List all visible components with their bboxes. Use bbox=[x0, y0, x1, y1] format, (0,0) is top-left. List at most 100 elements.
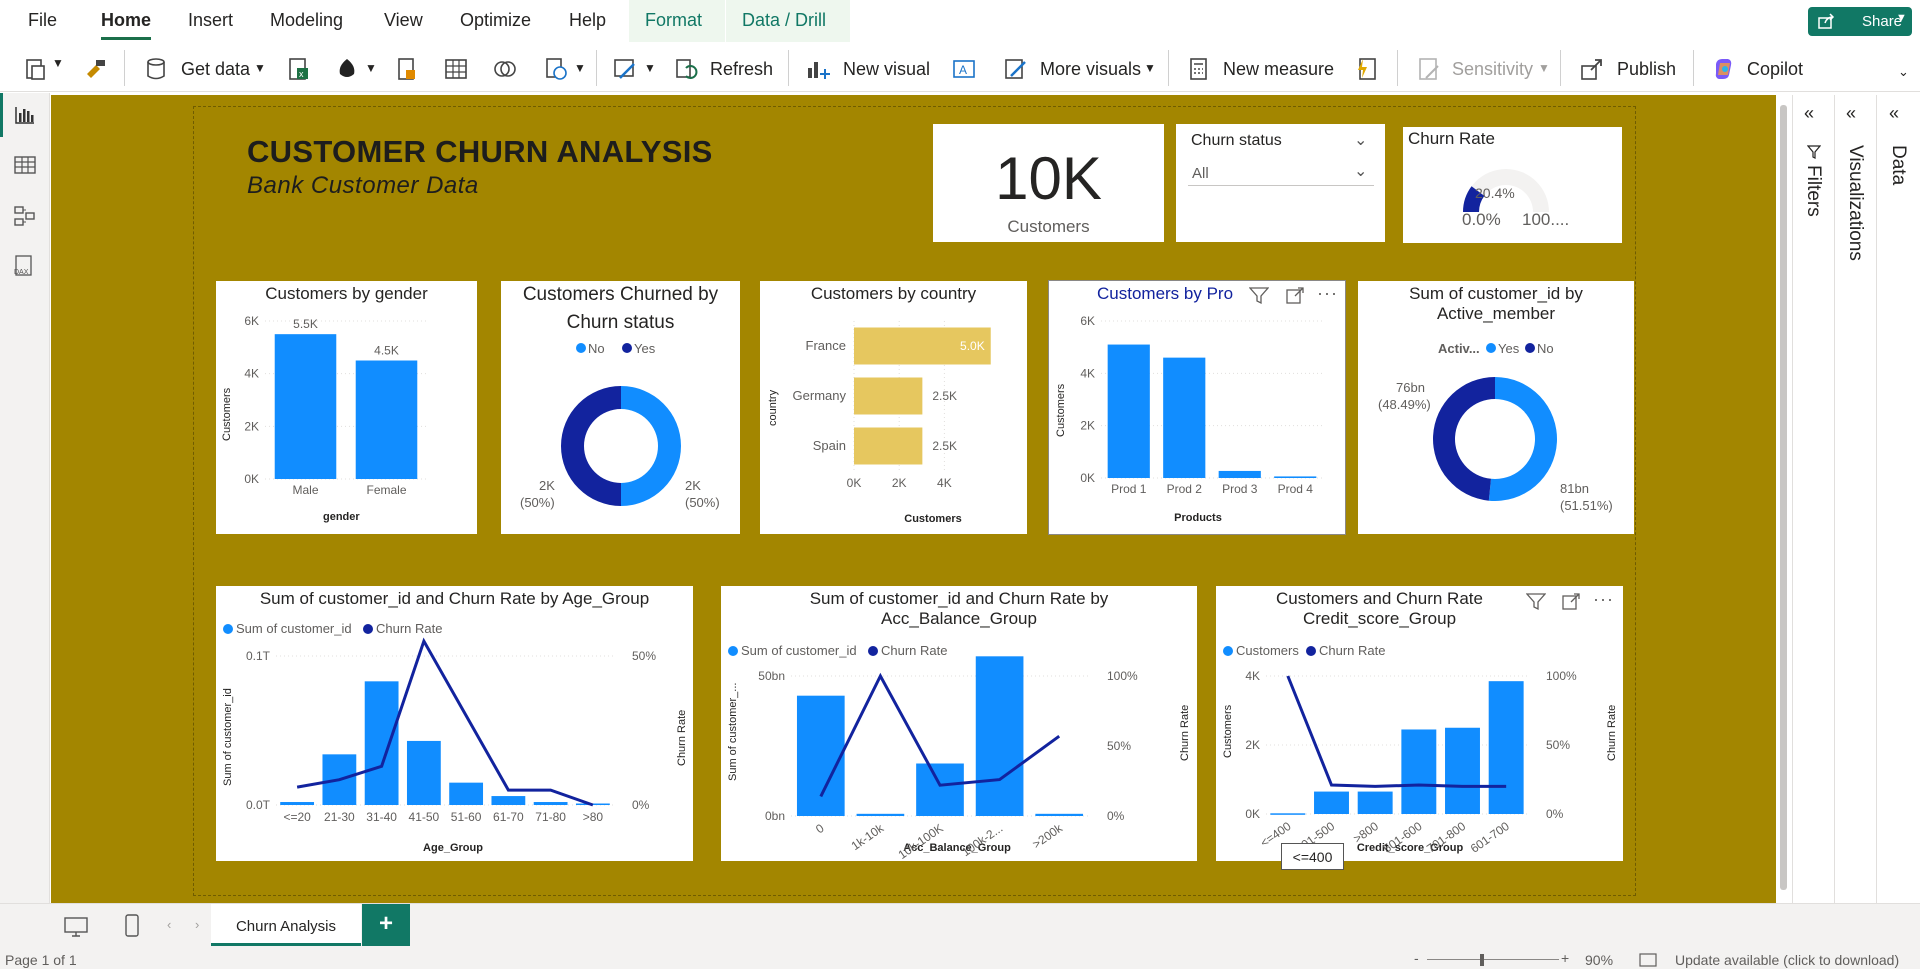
publish-icon[interactable] bbox=[1579, 56, 1605, 82]
chevron-down-icon[interactable]: ▼ bbox=[1144, 61, 1156, 75]
chevron-down-icon[interactable]: ▼ bbox=[574, 61, 586, 75]
data-label-left: 2K bbox=[539, 478, 555, 493]
x-tick-label: >200k bbox=[1030, 820, 1066, 851]
legend-label-line: Churn Rate bbox=[376, 621, 442, 636]
menu-home[interactable]: Home bbox=[101, 10, 152, 40]
churn-status-slicer[interactable]: Churn status ⌄ All ⌄ bbox=[1176, 124, 1385, 242]
x-axis-title: Products bbox=[1174, 512, 1222, 524]
calculator-icon[interactable] bbox=[1186, 56, 1212, 82]
model-view-icon[interactable] bbox=[14, 205, 36, 227]
refresh-button[interactable]: Refresh bbox=[710, 59, 773, 80]
zoom-slider[interactable] bbox=[1427, 959, 1559, 960]
paste-icon[interactable] bbox=[22, 56, 48, 82]
slicer-dropdown[interactable]: All ⌄ bbox=[1188, 158, 1374, 186]
legend-label-yes: Yes bbox=[1498, 341, 1520, 356]
filters-pane-collapsed[interactable]: « Filters bbox=[1792, 95, 1832, 950]
balance-group-chart-card[interactable]: Sum of customer_id and Churn Rate by Acc… bbox=[721, 586, 1197, 861]
chevron-down-icon[interactable]: ▼ bbox=[644, 61, 656, 75]
transform-data-icon[interactable] bbox=[612, 56, 638, 82]
expand-icon[interactable]: « bbox=[1846, 103, 1856, 124]
chevron-down-icon[interactable]: ⌄ bbox=[1354, 130, 1367, 150]
donut-slice-no bbox=[1433, 377, 1495, 501]
churn-rate-gauge[interactable]: Churn Rate 20.4% 0.0% 100.... bbox=[1403, 127, 1622, 243]
legend-label-no: No bbox=[1537, 341, 1554, 356]
zoom-slider-thumb[interactable] bbox=[1480, 954, 1484, 966]
dataverse-icon[interactable] bbox=[394, 56, 420, 82]
visualizations-pane-collapsed[interactable]: « Visualizations bbox=[1834, 95, 1874, 950]
chevron-down-icon[interactable]: ▼ bbox=[52, 56, 64, 70]
canvas-scrollbar[interactable] bbox=[1780, 105, 1787, 890]
datamart-icon[interactable] bbox=[492, 56, 518, 82]
copilot-button[interactable]: Copilot bbox=[1747, 59, 1803, 80]
y-axis-title: Customers bbox=[1222, 704, 1234, 758]
y2-tick-label: 0% bbox=[632, 798, 650, 812]
more-visuals-button[interactable]: More visuals bbox=[1040, 59, 1141, 80]
next-page-icon[interactable]: › bbox=[195, 917, 199, 932]
chevron-down-icon[interactable]: ▼ bbox=[254, 61, 266, 75]
gender-chart-card[interactable]: Customers by gender gender Customers 0K 2… bbox=[216, 281, 477, 534]
slicer-selected-value: All bbox=[1192, 165, 1209, 182]
excel-icon[interactable]: x bbox=[286, 56, 312, 82]
bar bbox=[854, 377, 923, 415]
churned-donut-card[interactable]: Customers Churned by Churn status No Yes… bbox=[501, 281, 740, 534]
zoom-level[interactable]: 90% bbox=[1585, 952, 1613, 968]
y-tick-label: 0K bbox=[1080, 471, 1095, 485]
products-chart-card[interactable]: Customers by Pro ··· Products Customers … bbox=[1048, 280, 1346, 535]
menu-modeling[interactable]: Modeling bbox=[270, 10, 343, 31]
menu-optimize[interactable]: Optimize bbox=[460, 10, 531, 31]
table-view-icon[interactable] bbox=[14, 155, 36, 175]
prev-page-icon[interactable]: ‹ bbox=[167, 917, 171, 932]
text-box-icon[interactable]: A bbox=[951, 56, 977, 82]
x-tick-label: 31-40 bbox=[366, 810, 397, 824]
svg-text:A: A bbox=[959, 63, 967, 77]
menu-format[interactable]: Format bbox=[629, 0, 725, 42]
zoom-in-button[interactable]: + bbox=[1561, 950, 1569, 966]
y2-axis-title: Churn Rate bbox=[1179, 705, 1191, 761]
dax-query-view-icon[interactable]: DAX bbox=[13, 255, 37, 277]
format-painter-icon[interactable] bbox=[82, 56, 108, 82]
chevron-down-icon[interactable]: ▼ bbox=[365, 61, 377, 75]
more-visuals-icon[interactable] bbox=[1003, 56, 1029, 82]
add-page-button[interactable]: + bbox=[362, 904, 410, 946]
menu-help[interactable]: Help bbox=[569, 10, 606, 31]
mobile-layout-icon[interactable] bbox=[124, 914, 140, 938]
report-view-icon[interactable] bbox=[14, 105, 36, 125]
onelake-icon[interactable] bbox=[334, 56, 360, 82]
new-visual-icon[interactable] bbox=[805, 56, 831, 82]
share-button[interactable]: Share ▼ bbox=[1808, 7, 1912, 36]
zoom-out-button[interactable]: - bbox=[1414, 950, 1419, 966]
active-member-donut-card[interactable]: Sum of customer_id by Active_member Acti… bbox=[1358, 281, 1634, 534]
gauge-value-label: 20.4% bbox=[1475, 185, 1515, 201]
copilot-icon[interactable] bbox=[1711, 56, 1737, 82]
enter-data-icon[interactable] bbox=[443, 56, 469, 82]
page-tab-churn-analysis[interactable]: Churn Analysis bbox=[211, 904, 361, 946]
menu-view[interactable]: View bbox=[384, 10, 423, 31]
expand-icon[interactable]: « bbox=[1804, 103, 1814, 124]
refresh-icon[interactable] bbox=[673, 56, 699, 82]
expand-icon[interactable]: « bbox=[1889, 103, 1899, 124]
desktop-layout-icon[interactable] bbox=[63, 916, 89, 938]
menu-insert[interactable]: Insert bbox=[188, 10, 233, 31]
view-rail: DAX bbox=[0, 93, 50, 950]
publish-button[interactable]: Publish bbox=[1617, 59, 1676, 80]
update-available-link[interactable]: Update available (click to download) bbox=[1675, 952, 1899, 968]
svg-text:x: x bbox=[299, 69, 304, 79]
country-chart-card[interactable]: Customers by country Customers country 0… bbox=[760, 281, 1027, 534]
age-group-chart-card[interactable]: Sum of customer_id and Churn Rate by Age… bbox=[216, 586, 693, 861]
recent-sources-icon[interactable] bbox=[543, 56, 569, 82]
country-bar-chart: Customers country 0K 2K 4K France 5.0K German… bbox=[767, 321, 991, 525]
data-pane-collapsed[interactable]: « Data bbox=[1876, 95, 1920, 950]
fit-to-page-icon[interactable] bbox=[1639, 953, 1657, 967]
ribbon-collapse-icon[interactable]: ⌄ bbox=[1898, 64, 1909, 80]
quick-measure-icon[interactable] bbox=[1354, 56, 1380, 82]
x-tick-label: Female bbox=[366, 483, 406, 497]
credit-score-combo-chart: Customers Churn Rate Credit_score_Group … bbox=[1222, 643, 1618, 856]
get-data-button[interactable]: Get data bbox=[181, 59, 250, 80]
y2-axis-title: Churn Rate bbox=[1606, 705, 1618, 761]
new-measure-button[interactable]: New measure bbox=[1223, 59, 1334, 80]
new-visual-button[interactable]: New visual bbox=[843, 59, 930, 80]
menu-data-drill[interactable]: Data / Drill bbox=[726, 0, 850, 42]
menu-file[interactable]: File bbox=[28, 10, 57, 31]
credit-score-chart-card[interactable]: Customers and Churn Rate Credit_score_Gr… bbox=[1216, 586, 1623, 861]
kpi-card[interactable]: 10K Customers bbox=[933, 124, 1164, 242]
